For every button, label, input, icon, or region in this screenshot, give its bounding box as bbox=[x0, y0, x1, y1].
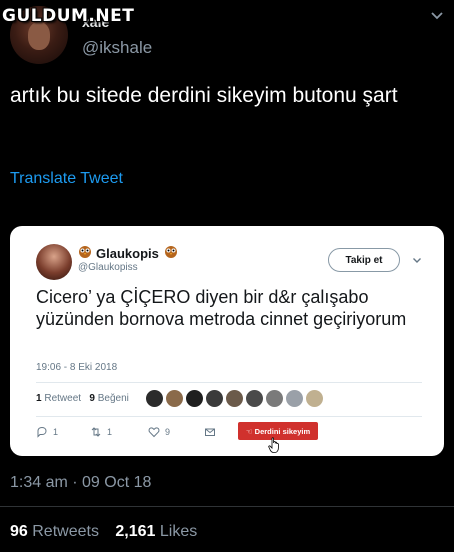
chevron-down-icon[interactable] bbox=[412, 255, 422, 265]
divider bbox=[0, 506, 454, 507]
chevron-down-icon[interactable] bbox=[430, 8, 444, 22]
translate-tweet-link[interactable]: Translate Tweet bbox=[10, 170, 123, 188]
watermark: GULDUM.NET bbox=[2, 6, 135, 26]
quoted-stats: 1 Retweet 9 Beğeni bbox=[36, 393, 129, 404]
liker-avatar[interactable] bbox=[286, 390, 303, 407]
retweets-count: 96 bbox=[10, 523, 28, 540]
quoted-tweet-card[interactable]: Glaukopis @Glaukopiss Takip et Cicero’ y… bbox=[10, 226, 444, 456]
liker-avatar[interactable] bbox=[146, 390, 163, 407]
like-count: 9 bbox=[89, 393, 95, 404]
owl-icon bbox=[165, 246, 177, 258]
retweets-label[interactable]: Retweets bbox=[32, 523, 99, 540]
hand-icon: ☜ bbox=[245, 426, 255, 436]
message-icon bbox=[205, 428, 215, 436]
likes-count: 2,161 bbox=[115, 523, 156, 540]
likes-label[interactable]: Likes bbox=[160, 523, 197, 540]
hand-cursor-icon bbox=[268, 437, 279, 453]
retweet-label[interactable]: Retweet bbox=[44, 393, 81, 404]
tweet-timestamp[interactable]: 1:34 am · 09 Oct 18 bbox=[10, 474, 151, 492]
liker-avatar[interactable] bbox=[266, 390, 283, 407]
follow-button[interactable]: Takip et bbox=[328, 248, 400, 272]
retweet-icon bbox=[91, 427, 101, 437]
derdini-label: Derdini sikeyim bbox=[254, 426, 311, 436]
reply-icon bbox=[37, 426, 47, 438]
liker-avatar[interactable] bbox=[186, 390, 203, 407]
like-action[interactable]: 9 bbox=[148, 426, 170, 438]
retweet-action[interactable]: 1 bbox=[90, 426, 112, 438]
liker-avatar[interactable] bbox=[206, 390, 223, 407]
divider bbox=[36, 382, 422, 383]
tweet-stats: 96 Retweets 2,161 Likes bbox=[10, 523, 197, 541]
tweet-text: artık bu sitede derdini sikeyim butonu ş… bbox=[10, 84, 398, 107]
reply-count: 1 bbox=[53, 427, 59, 437]
reply-action[interactable]: 1 bbox=[36, 426, 58, 438]
owl-icon bbox=[79, 246, 91, 258]
liker-avatar[interactable] bbox=[226, 390, 243, 407]
retweet-action-count: 1 bbox=[107, 427, 113, 437]
user-handle[interactable]: @ikshale bbox=[82, 38, 152, 58]
quoted-time[interactable]: 19:06 - 8 Eki 2018 bbox=[36, 362, 117, 373]
heart-icon bbox=[148, 427, 160, 438]
liker-avatar[interactable] bbox=[166, 390, 183, 407]
message-action[interactable] bbox=[204, 426, 216, 438]
retweet-count: 1 bbox=[36, 393, 42, 404]
liker-avatar[interactable] bbox=[246, 390, 263, 407]
quoted-avatar[interactable] bbox=[36, 244, 72, 280]
like-action-count: 9 bbox=[165, 427, 171, 437]
liker-avatar[interactable] bbox=[306, 390, 323, 407]
like-label[interactable]: Beğeni bbox=[98, 393, 129, 404]
likers-avatars bbox=[146, 390, 323, 407]
quoted-handle[interactable]: @Glaukopiss bbox=[78, 262, 138, 273]
quoted-name[interactable]: Glaukopis bbox=[96, 246, 159, 261]
divider bbox=[36, 416, 422, 417]
quoted-text: Cicero’ ya ÇİÇERO diyen bir d&r çalışabo… bbox=[36, 287, 407, 329]
